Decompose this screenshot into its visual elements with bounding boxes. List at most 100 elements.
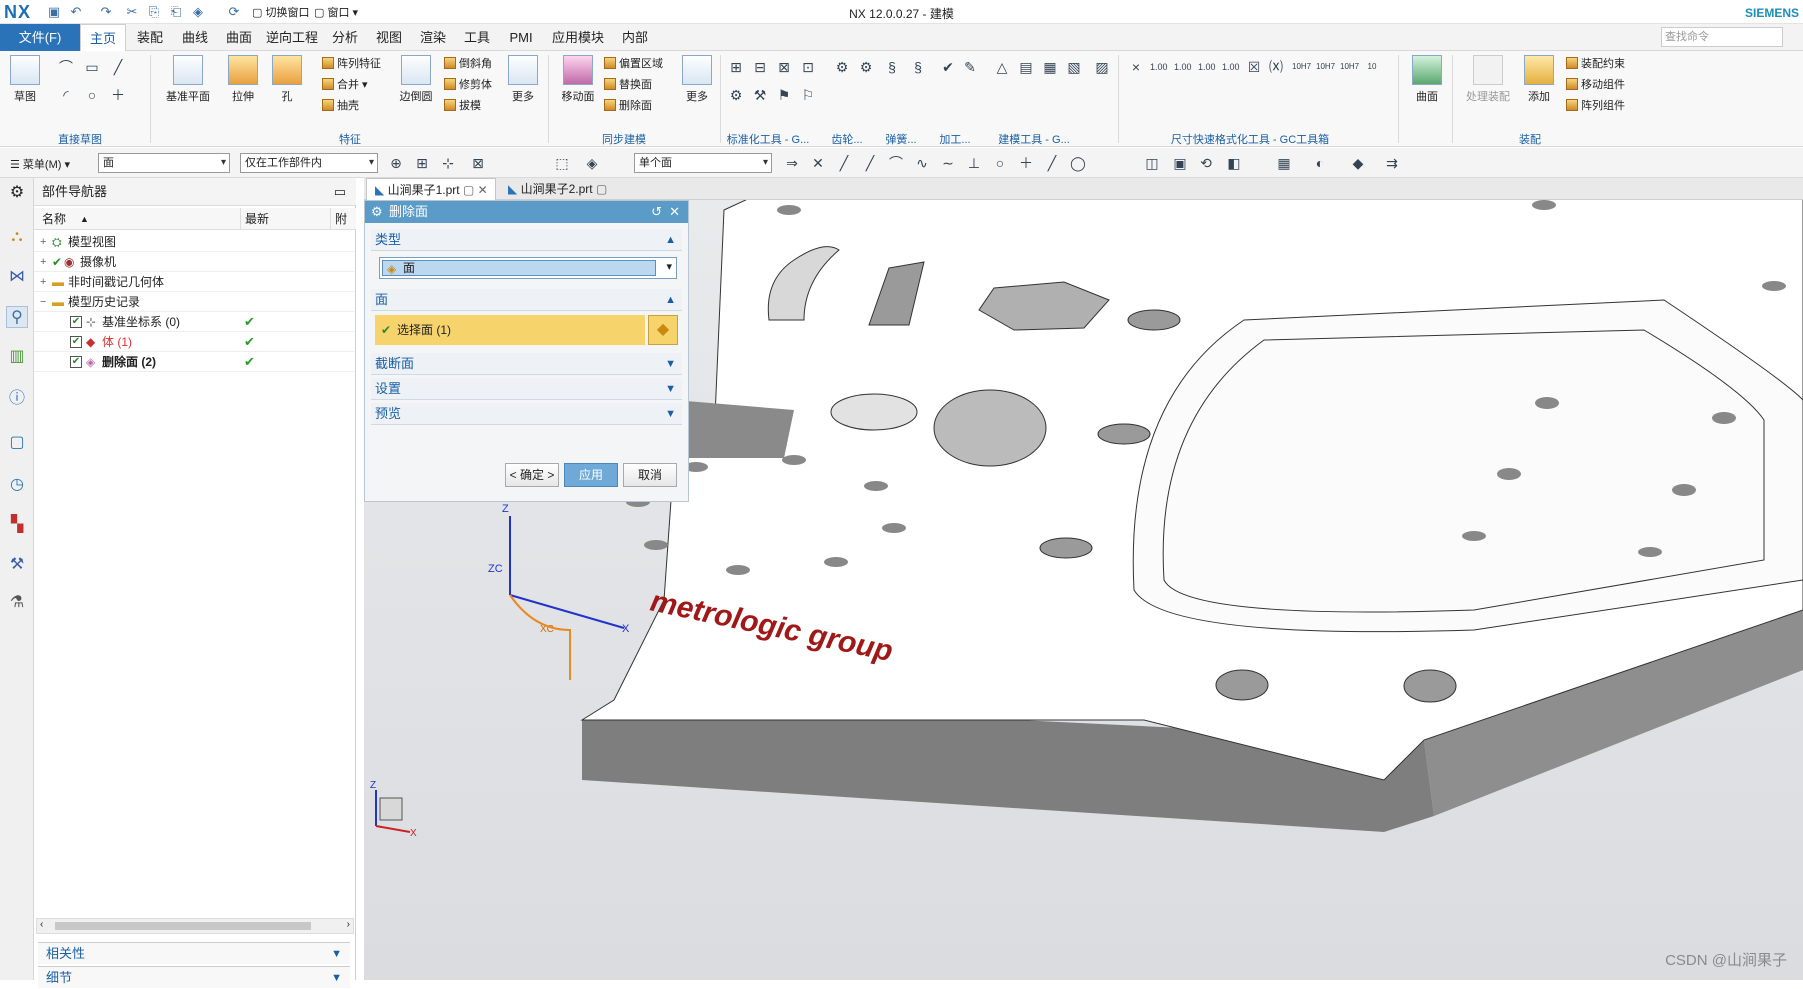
- reuse-library-icon[interactable]: ▥: [6, 346, 28, 368]
- web-browser-icon[interactable]: ⓘ: [6, 388, 28, 410]
- view-icon[interactable]: ◧: [1226, 155, 1242, 171]
- datum-plane-button[interactable]: 基准平面: [160, 55, 216, 104]
- machining-icon[interactable]: ✎: [962, 59, 978, 75]
- rotate-icon[interactable]: ⟲: [1198, 155, 1214, 171]
- settings-section-header[interactable]: 设置 ▼: [371, 378, 682, 400]
- select-face-row[interactable]: ✔ 选择面 (1): [375, 315, 645, 345]
- face-selector-button[interactable]: ◆: [648, 315, 678, 345]
- snap-icon[interactable]: ⊕: [388, 155, 404, 171]
- preview-section-header[interactable]: 预览 ▼: [371, 403, 682, 425]
- gc-tool-icon[interactable]: ⚐: [800, 87, 816, 103]
- file-menu[interactable]: 文件(F): [0, 24, 80, 51]
- tree-row-body[interactable]: ✔ ◆ 体 (1) ✔: [34, 332, 354, 352]
- snap-point-icon[interactable]: ╱: [862, 155, 878, 171]
- process-assembly-button[interactable]: 处理装配: [1458, 55, 1518, 104]
- modeling-tool-icon[interactable]: ▨: [1094, 59, 1110, 75]
- tab-render[interactable]: 渲染: [412, 24, 454, 51]
- circle-icon[interactable]: ○: [84, 87, 100, 103]
- filter-icon[interactable]: ⊞: [414, 155, 430, 171]
- snap-point-icon[interactable]: ✕: [810, 155, 826, 171]
- snap-point-icon[interactable]: ╱: [1044, 155, 1060, 171]
- tree-row-delete-face[interactable]: ✔ ◈ 删除面 (2) ✔: [34, 352, 354, 372]
- view-icon[interactable]: ◫: [1144, 155, 1160, 171]
- tab-view[interactable]: 视图: [368, 24, 410, 51]
- chamfer-button[interactable]: 倒斜角: [444, 55, 492, 71]
- move-component-button[interactable]: 移动组件: [1566, 76, 1625, 92]
- tab-tools[interactable]: 工具: [456, 24, 498, 51]
- tree-row-timestamp-free[interactable]: + ▬ 非时间戳记几何体: [34, 272, 354, 292]
- spring-icon[interactable]: §: [910, 59, 926, 75]
- spring-icon[interactable]: §: [884, 59, 900, 75]
- point-icon[interactable]: ＋: [110, 87, 126, 103]
- tab-internal[interactable]: 内部: [614, 24, 656, 51]
- tree-row-model-history[interactable]: − ▬ 模型历史记录: [34, 292, 354, 312]
- scroll-left-icon[interactable]: ‹: [40, 919, 43, 930]
- add-component-button[interactable]: 添加: [1518, 55, 1560, 104]
- snap-point-icon[interactable]: ⊥: [966, 155, 982, 171]
- assembly-constraint-button[interactable]: 装配约束: [1566, 55, 1625, 71]
- modeling-tool-icon[interactable]: ▧: [1066, 59, 1082, 75]
- tolerance-icon[interactable]: 10: [1364, 59, 1380, 75]
- expand-icon[interactable]: +: [40, 232, 50, 252]
- type-select[interactable]: ◈ 面 ▾: [379, 257, 677, 279]
- column-extra[interactable]: 附: [330, 208, 347, 230]
- part-navigator-icon[interactable]: ⚲: [6, 306, 28, 328]
- dimension-icon[interactable]: ×: [1128, 59, 1144, 75]
- collapse-icon[interactable]: −: [40, 292, 50, 312]
- expand-icon[interactable]: +: [40, 252, 50, 272]
- gc-tool-icon[interactable]: ⚑: [776, 87, 792, 103]
- trim-body-button[interactable]: 修剪体: [444, 76, 492, 92]
- snap-point-icon[interactable]: ⌒: [888, 155, 904, 171]
- gc-tool-icon[interactable]: ⊟: [752, 59, 768, 75]
- tree-row-camera[interactable]: + ✔ ◉ 摄像机: [34, 252, 354, 272]
- pattern-feature-button[interactable]: 阵列特征: [322, 55, 381, 71]
- view-icon[interactable]: ▣: [1172, 155, 1188, 171]
- more-features-button[interactable]: 更多: [502, 55, 544, 104]
- menu-button[interactable]: ☰ 菜单(M) ▾: [10, 156, 70, 172]
- cube-icon[interactable]: ◆: [1350, 155, 1366, 171]
- face-icon[interactable]: ◈: [584, 155, 600, 171]
- snap-point-icon[interactable]: ◯: [1070, 155, 1086, 171]
- rectangle-icon[interactable]: ▭: [84, 59, 100, 75]
- select-icon[interactable]: ⊹: [440, 155, 456, 171]
- column-name[interactable]: 名称: [42, 208, 66, 230]
- doc-tab-part1[interactable]: ◣ 山涧果子1.prt ▢ ✕: [366, 178, 496, 200]
- modeling-tool-icon[interactable]: ▦: [1042, 59, 1058, 75]
- gc-tool-icon[interactable]: ⊠: [776, 59, 792, 75]
- visibility-checkbox[interactable]: ✔: [70, 316, 82, 328]
- dimension-box-icon[interactable]: ☒: [1246, 59, 1262, 75]
- clock-icon[interactable]: ◷: [6, 474, 28, 496]
- close-icon[interactable]: ✕: [478, 183, 488, 197]
- layout-icon[interactable]: ▦: [1276, 155, 1292, 171]
- tab-application[interactable]: 应用模块: [544, 24, 612, 51]
- snap-point-icon[interactable]: ＋: [1018, 155, 1034, 171]
- offset-region-button[interactable]: 偏置区域: [604, 55, 663, 71]
- face-rule-select[interactable]: 单个面: [634, 153, 772, 173]
- gc-tool-icon[interactable]: ⊞: [728, 59, 744, 75]
- move-face-button[interactable]: 移动面: [554, 55, 602, 104]
- unite-button[interactable]: 合并 ▾: [322, 76, 368, 92]
- tab-analysis[interactable]: 分析: [324, 24, 366, 51]
- view-arrow-icon[interactable]: ⇉: [1384, 155, 1400, 171]
- dimension-paren-icon[interactable]: ⒳: [1268, 59, 1284, 75]
- gc-tool-icon[interactable]: ⚙: [728, 87, 744, 103]
- details-panel[interactable]: 细节 ▼: [38, 966, 350, 988]
- assembly-navigator-icon[interactable]: ⛬: [6, 226, 28, 248]
- face-section-header[interactable]: 面 ▲: [371, 289, 682, 311]
- tolerance-icon[interactable]: 10H7: [1340, 59, 1359, 75]
- profile-icon[interactable]: ⌒: [58, 59, 74, 75]
- sketch-button[interactable]: 草图: [4, 55, 46, 104]
- horizontal-scrollbar[interactable]: ‹ ›: [36, 918, 354, 934]
- tab-surface[interactable]: 曲面: [218, 24, 260, 51]
- constraint-navigator-icon[interactable]: ⋈: [6, 266, 28, 288]
- line-icon[interactable]: ╱: [110, 59, 126, 75]
- close-icon[interactable]: ✕: [669, 201, 680, 223]
- arc-icon[interactable]: ◜: [58, 87, 74, 103]
- gc-tool-icon[interactable]: ⊡: [800, 59, 816, 75]
- snap-point-icon[interactable]: ○: [992, 155, 1008, 171]
- triangle-icon[interactable]: △: [994, 59, 1010, 75]
- history-icon[interactable]: ▢: [6, 432, 28, 454]
- dimension-format-icon[interactable]: 1.00: [1150, 59, 1168, 75]
- surface-button[interactable]: 曲面: [1406, 55, 1448, 104]
- gear-icon[interactable]: ⚙: [371, 201, 383, 223]
